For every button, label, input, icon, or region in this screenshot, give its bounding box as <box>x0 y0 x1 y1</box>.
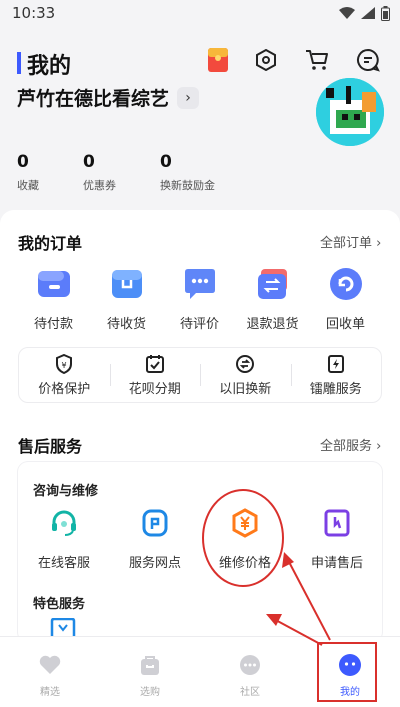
orders-title: 我的订单 <box>18 234 83 253</box>
red-packet-icon[interactable] <box>205 47 231 73</box>
battery-icon <box>381 5 390 21</box>
bottom-tab-bar: 精选 选购 社区 我的 <box>0 636 400 707</box>
tab-label: 选购 <box>140 687 160 698</box>
comment-icon <box>180 265 220 303</box>
stat-tradein-bonus[interactable]: 0 换新鼓励金 <box>160 152 215 193</box>
order-label: 待评价 <box>179 317 219 332</box>
username: 芦竹在德比看综艺 <box>17 88 170 110</box>
status-time: 10:33 <box>12 4 56 22</box>
page-title: 我的 <box>17 48 71 80</box>
order-pending-payment[interactable]: 待付款 <box>17 265 90 332</box>
order-pending-receipt[interactable]: 待收货 <box>90 265 163 332</box>
online-support[interactable]: 在线客服 <box>19 506 109 571</box>
engraving-service[interactable]: 镭雕服务 <box>290 354 382 397</box>
svg-text:¥: ¥ <box>62 361 67 370</box>
shield-icon: ¥ <box>56 353 73 374</box>
order-refund-return[interactable]: 退款退货 <box>236 265 309 332</box>
wallet-icon <box>34 265 74 303</box>
stat-label: 优惠券 <box>83 179 116 192</box>
chat-icon <box>240 655 260 675</box>
special-services-title: 特色服务 <box>33 597 86 612</box>
stat-label: 换新鼓励金 <box>160 179 215 192</box>
package-icon <box>107 265 147 303</box>
location-icon <box>138 506 172 540</box>
service-label: 申请售后 <box>310 556 363 571</box>
shortcut-label: 镭雕服务 <box>309 381 362 397</box>
order-status-row: 待付款 待收货 待评价 退款退货 回收单 <box>0 265 400 332</box>
apply-after-sales[interactable]: 申请售后 <box>292 506 382 571</box>
stat-number: 0 <box>17 152 29 172</box>
stat-label: 收藏 <box>17 179 39 192</box>
yen-icon <box>228 506 262 540</box>
huabei-installment[interactable]: 花呗分期 <box>109 354 201 397</box>
order-label: 回收单 <box>325 317 365 332</box>
status-bar: 10:33 <box>0 0 400 26</box>
service-outlets[interactable]: 服务网点 <box>110 506 200 571</box>
bolt-icon <box>327 354 344 373</box>
all-services-link[interactable]: 全部服务 › <box>320 435 381 454</box>
tool-icon <box>320 506 354 540</box>
swap-icon <box>236 354 255 373</box>
stat-number: 0 <box>160 152 172 172</box>
all-orders-link[interactable]: 全部订单 › <box>320 232 381 251</box>
order-label: 待付款 <box>33 317 73 332</box>
order-recycle[interactable]: 回收单 <box>309 265 382 332</box>
cart-icon[interactable] <box>304 47 330 73</box>
heart-icon <box>39 655 61 674</box>
tab-community[interactable]: 社区 <box>200 637 300 707</box>
shortcut-label: 价格保护 <box>38 381 91 397</box>
repair-prices[interactable]: 维修价格 <box>200 506 290 571</box>
stat-number: 0 <box>83 152 95 172</box>
settings-icon[interactable] <box>253 47 279 73</box>
recycle-icon <box>326 265 366 303</box>
calendar-icon <box>145 354 164 373</box>
tab-shop[interactable]: 选购 <box>100 637 200 707</box>
shortcut-label: 花呗分期 <box>128 381 181 397</box>
special-service-icon[interactable] <box>50 618 76 636</box>
trade-in[interactable]: 以旧换新 <box>200 354 291 397</box>
service-label: 在线客服 <box>37 556 90 571</box>
tab-mine[interactable]: 我的 <box>300 637 400 707</box>
bag-icon <box>141 656 159 675</box>
shortcut-label: 以旧换新 <box>219 381 272 397</box>
page-header: 我的 <box>0 40 400 80</box>
signal-icon <box>361 7 375 19</box>
consult-repair-title: 咨询与维修 <box>33 484 99 499</box>
headset-icon <box>47 506 81 540</box>
tab-label: 精选 <box>40 687 60 698</box>
service-label: 维修价格 <box>218 556 271 571</box>
tab-label: 我的 <box>340 687 360 698</box>
tab-featured[interactable]: 精选 <box>0 637 100 707</box>
chevron-right-icon: › <box>177 86 200 109</box>
refund-icon <box>253 265 293 303</box>
message-icon[interactable] <box>355 47 381 73</box>
user-stats: 0 收藏 0 优惠券 0 换新鼓励金 <box>17 152 259 193</box>
price-protection[interactable]: ¥ 价格保护 <box>19 353 110 397</box>
user-profile-link[interactable]: 芦竹在德比看综艺 › <box>17 84 200 111</box>
service-shortcuts: ¥ 价格保护 花呗分期 以旧换新 镭雕服务 <box>18 347 382 403</box>
after-sales-title: 售后服务 <box>18 437 83 456</box>
tab-label: 社区 <box>240 687 260 698</box>
order-label: 待收货 <box>106 317 146 332</box>
avatar[interactable] <box>316 78 384 146</box>
order-label: 退款退货 <box>246 317 299 332</box>
stat-coupons[interactable]: 0 优惠券 <box>83 152 116 193</box>
wifi-icon <box>339 7 355 19</box>
profile-icon <box>339 654 361 676</box>
stat-favorites[interactable]: 0 收藏 <box>17 152 39 193</box>
service-label: 服务网点 <box>128 556 181 571</box>
order-pending-review[interactable]: 待评价 <box>163 265 236 332</box>
